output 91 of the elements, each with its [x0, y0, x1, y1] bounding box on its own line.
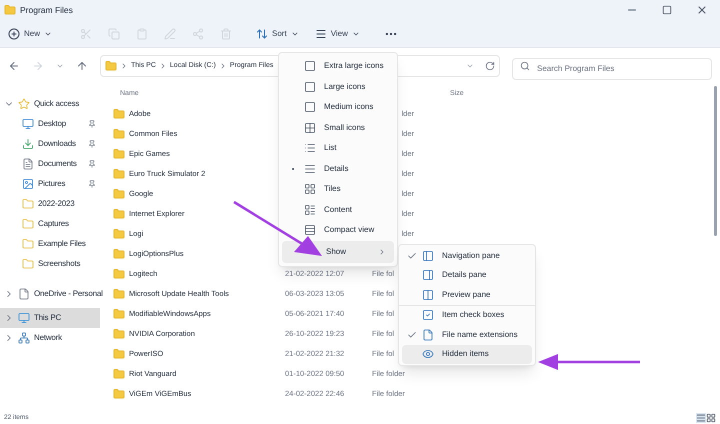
sidebar-item[interactable]: Quick access: [0, 94, 100, 114]
menu-item[interactable]: Preview pane: [402, 285, 532, 304]
folder-icon: [113, 288, 125, 300]
menu-item[interactable]: Small icons: [282, 118, 394, 138]
pane-icon: [422, 288, 434, 301]
folder-icon: [113, 388, 125, 400]
sidebar-item[interactable]: Documents: [0, 154, 100, 174]
folder-icon: [113, 348, 125, 360]
square-icon: [304, 60, 316, 72]
sidebar-item[interactable]: Captures: [0, 214, 100, 234]
menu-item[interactable]: Large icons: [282, 76, 394, 97]
sidebar-item[interactable]: Downloads: [0, 134, 100, 154]
download-icon: [22, 138, 34, 150]
eye-icon: [422, 348, 434, 360]
folder-icon: [113, 328, 125, 340]
document-icon: [22, 158, 34, 170]
folder-icon: [113, 108, 125, 120]
content-icon: [304, 204, 316, 216]
tiles-view-icon[interactable]: [706, 413, 716, 423]
folder-icon: [113, 148, 125, 160]
folder-icon: [113, 248, 125, 260]
square-icon: [304, 101, 316, 114]
menu-item[interactable]: Medium icons: [282, 97, 394, 118]
maximize-icon[interactable]: [662, 5, 672, 15]
sidebar-item[interactable]: This PC: [0, 308, 100, 328]
menu-item[interactable]: List: [282, 138, 394, 158]
folder-icon: [22, 258, 34, 270]
menu-item[interactable]: File name extensions: [402, 325, 532, 344]
folder-icon: [113, 268, 125, 280]
square-icon: [304, 80, 316, 93]
menu-item[interactable]: Item check boxes: [402, 306, 532, 325]
folder-icon: [113, 168, 125, 180]
refresh-icon[interactable]: [485, 61, 495, 71]
sidebar-item[interactable]: Screenshots: [0, 254, 100, 274]
sort-button[interactable]: Sort: [256, 28, 299, 40]
compact-icon: [304, 224, 316, 236]
folder-icon: [113, 368, 125, 380]
file-icon: [18, 288, 30, 300]
checkbox-icon: [422, 309, 434, 322]
sidebar-item[interactable]: Example Files: [0, 234, 100, 254]
view-icon: [314, 28, 327, 40]
sort-icon: [256, 28, 268, 40]
chevron-icon: [378, 248, 386, 256]
sidebar-item[interactable]: 2022-2023: [0, 194, 100, 214]
folder-icon: [113, 308, 125, 320]
folder-icon: [113, 128, 125, 140]
folder-icon: [22, 198, 34, 210]
tiles-icon: [304, 183, 316, 196]
sidebar-item[interactable]: OneDrive - Personal: [0, 284, 100, 304]
recent-icon[interactable]: [56, 62, 64, 70]
menu-item[interactable]: Content: [282, 200, 394, 220]
view-button[interactable]: View: [314, 28, 360, 40]
search-field[interactable]: Search Program Files: [512, 58, 712, 80]
sidebar-item[interactable]: Desktop: [0, 114, 100, 134]
details-view-icon[interactable]: [696, 413, 706, 423]
folder-icon: [105, 60, 117, 72]
star-icon: [18, 98, 30, 110]
folder-icon: [113, 208, 125, 220]
menu-item[interactable]: Extra large icons: [282, 56, 394, 76]
menu-item[interactable]: Show: [282, 240, 394, 262]
details-icon: [304, 162, 316, 175]
window-title: Program Files: [20, 4, 74, 16]
folder-icon: [4, 4, 16, 16]
image-icon: [22, 178, 34, 190]
menu-item[interactable]: Details pane: [402, 266, 532, 285]
menu-item[interactable]: Navigation pane: [402, 246, 532, 266]
dropdown-icon[interactable]: [466, 62, 474, 70]
sidebar-item[interactable]: Network: [0, 328, 100, 348]
folder-icon: [113, 188, 125, 200]
search-icon: [520, 61, 530, 71]
grid-icon: [304, 122, 316, 134]
monitor-icon: [22, 118, 34, 130]
menu-item[interactable]: Details: [282, 158, 394, 179]
network-icon: [18, 332, 30, 344]
folder-icon: [22, 238, 34, 250]
pane-icon: [422, 269, 434, 282]
monitor-icon: [18, 312, 30, 324]
pane-icon: [422, 250, 434, 262]
menu-item[interactable]: Compact view: [282, 220, 394, 240]
sidebar-item[interactable]: Pictures: [0, 174, 100, 194]
menu-item[interactable]: Tiles: [282, 179, 394, 200]
plus-icon: [8, 28, 20, 40]
separator-icon: [120, 62, 128, 70]
folder-icon: [22, 218, 34, 230]
file-icon: [422, 328, 434, 341]
new-button[interactable]: New: [8, 28, 52, 40]
folder-icon: [113, 228, 125, 240]
back-icon[interactable]: [8, 60, 20, 72]
up-icon[interactable]: [76, 60, 88, 72]
menu-item[interactable]: Hidden items: [402, 344, 532, 364]
close-icon[interactable]: [696, 4, 708, 16]
